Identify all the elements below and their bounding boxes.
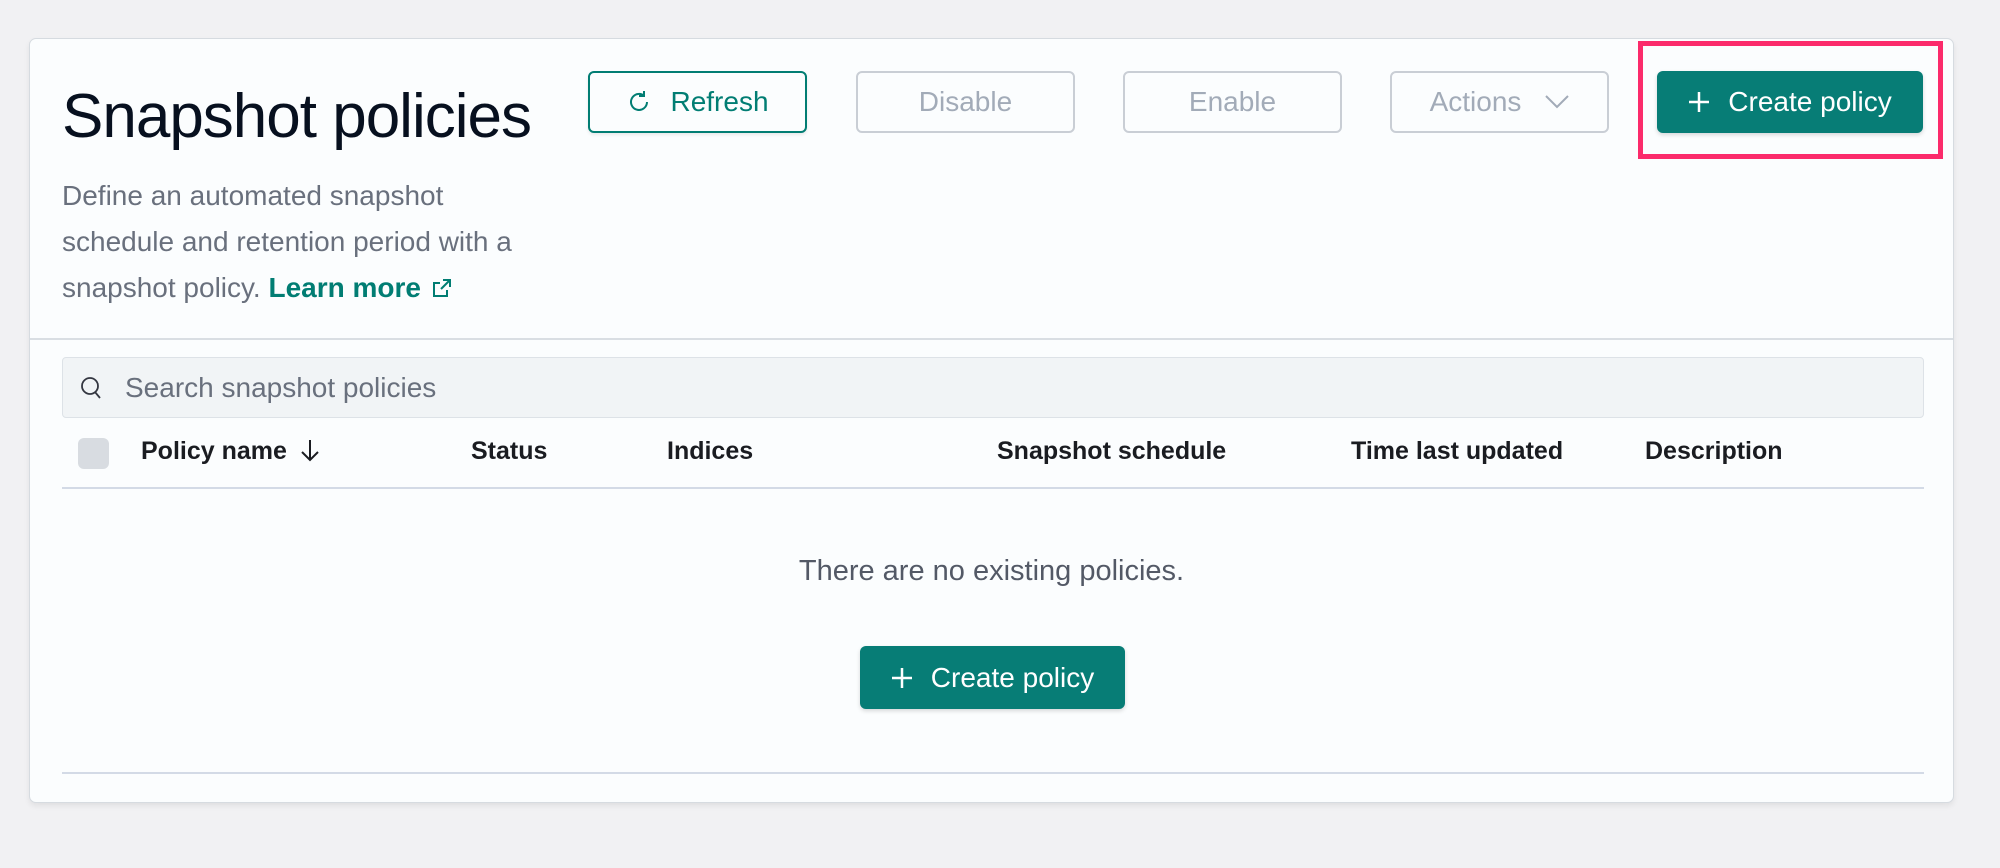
refresh-label: Refresh [670, 86, 769, 117]
search-bar[interactable] [62, 357, 1924, 418]
header-divider [30, 338, 1953, 340]
enable-label: Enable [1188, 86, 1277, 117]
plus-icon [1688, 91, 1710, 113]
column-header-time-last-updated[interactable]: Time last updated [1351, 437, 1563, 466]
search-input[interactable] [123, 370, 1827, 405]
refresh-button[interactable]: Refresh [588, 71, 807, 133]
learn-more-link[interactable]: Learn more [269, 272, 454, 303]
select-all-checkbox[interactable] [78, 438, 109, 469]
page-description: Define an automated snapshot schedule an… [62, 173, 552, 311]
learn-more-label: Learn more [268, 272, 422, 303]
empty-create-policy-button[interactable]: Create policy [860, 646, 1125, 709]
column-header-snapshot-schedule[interactable]: Snapshot schedule [997, 437, 1226, 466]
table-header: Policy name Status Indices Snapshot sche… [62, 429, 1924, 489]
actions-label: Actions [1429, 86, 1522, 117]
external-link-icon [431, 267, 453, 297]
actions-button[interactable]: Actions [1390, 71, 1609, 133]
column-header-status[interactable]: Status [471, 437, 547, 466]
enable-button[interactable]: Enable [1123, 71, 1342, 133]
disable-label: Disable [918, 86, 1013, 117]
snapshot-policies-panel: Snapshot policies Define an automated sn… [29, 38, 1954, 803]
column-header-description[interactable]: Description [1645, 437, 1783, 466]
table-bottom-divider [62, 772, 1924, 774]
empty-state-message: There are no existing policies. [798, 555, 1185, 587]
column-label: Policy name [141, 437, 287, 465]
disable-button[interactable]: Disable [856, 71, 1075, 133]
create-policy-button[interactable]: Create policy [1657, 71, 1923, 133]
sort-descending-icon [299, 438, 321, 469]
refresh-icon [626, 89, 652, 115]
chevron-down-icon [1545, 95, 1570, 109]
column-header-indices[interactable]: Indices [667, 437, 753, 466]
empty-create-policy-label: Create policy [930, 661, 1095, 693]
create-policy-label: Create policy [1728, 86, 1892, 117]
plus-icon [891, 667, 913, 689]
search-icon [79, 375, 103, 401]
page-title: Snapshot policies [62, 82, 532, 151]
column-header-policy-name[interactable]: Policy name [141, 437, 321, 469]
